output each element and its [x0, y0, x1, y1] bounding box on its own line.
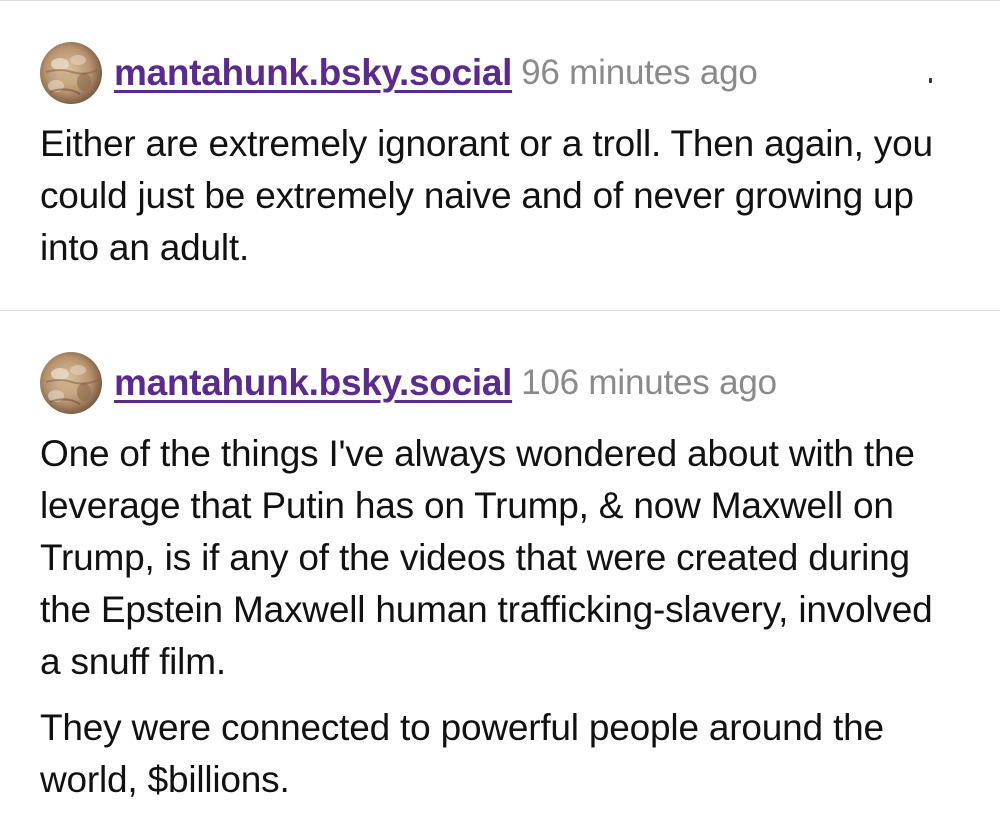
- post-paragraph: They were connected to powerful people a…: [40, 707, 884, 800]
- stray-dot: [929, 78, 932, 83]
- user-handle-link[interactable]: mantahunk.bsky.social: [114, 52, 512, 94]
- post-body: Either are extremely ignorant or a troll…: [40, 118, 960, 274]
- post-paragraph: Either are extremely ignorant or a troll…: [40, 123, 933, 268]
- post-header: mantahunk.bsky.social 106 minutes ago: [40, 352, 777, 414]
- post-paragraph: One of the things I've always wondered a…: [40, 433, 933, 682]
- post-timestamp: 106 minutes ago: [521, 363, 777, 402]
- post-item[interactable]: mantahunk.bsky.social 96 minutes ago Eit…: [0, 0, 1000, 310]
- avatar[interactable]: [40, 352, 102, 414]
- user-handle-link[interactable]: mantahunk.bsky.social: [114, 362, 512, 404]
- post-body: One of the things I've always wondered a…: [40, 428, 960, 806]
- post-item[interactable]: mantahunk.bsky.social 106 minutes ago On…: [0, 311, 1000, 836]
- post-timestamp: 96 minutes ago: [521, 53, 758, 92]
- avatar[interactable]: [40, 42, 102, 104]
- post-header: mantahunk.bsky.social 96 minutes ago: [40, 42, 758, 104]
- avatar-icon: [40, 42, 102, 104]
- avatar-icon: [40, 352, 102, 414]
